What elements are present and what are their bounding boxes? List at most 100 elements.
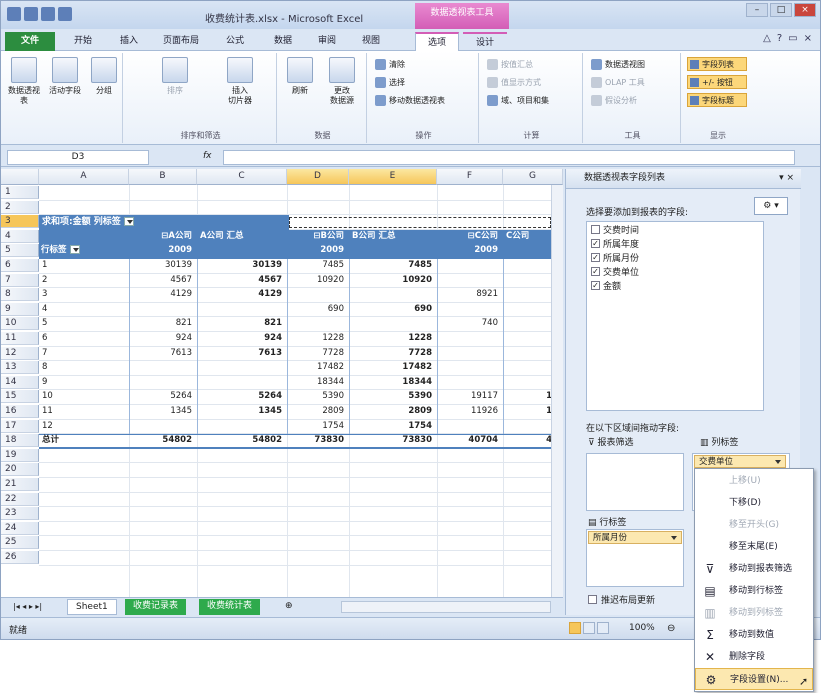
pivot-row-label[interactable]: 12 [39,420,129,433]
pivot-value-cell[interactable]: 5390 [349,390,437,403]
pivot-row-label[interactable]: 3 [39,288,129,301]
tab-options[interactable]: 选项 [415,32,459,51]
name-box[interactable]: D3 [7,150,149,165]
pivot-value-cell[interactable]: 1345 [129,405,197,418]
what-if-button[interactable]: 假设分析 [591,95,637,106]
maximize-button[interactable]: □ [770,3,792,17]
move-pivot-button[interactable]: 移动数据透视表 [375,95,445,106]
row-header[interactable]: 4 [1,229,39,243]
pivot-column-header[interactable]: ⊟B公司 [287,230,349,243]
pivot-value-cell[interactable]: 740 [437,317,503,330]
grand-total-label[interactable]: 总计 [39,434,129,447]
sheet-tab-records[interactable]: 收费记录表 [125,599,187,615]
field-item[interactable]: ✓ 所属年度 [587,236,763,250]
undo-icon[interactable] [41,7,55,21]
pivot-table-button[interactable]: 数据透视表 [7,57,41,106]
context-menu-item[interactable]: ⊽ 移动到报表筛选 [695,558,813,580]
pivot-value-cell[interactable]: 30139 [129,259,197,272]
field-item[interactable]: ✓ 交费单位 [587,264,763,278]
redo-icon[interactable] [58,7,72,21]
field-headers-toggle[interactable]: 字段标题 [687,93,747,107]
pivot-value-cell[interactable]: 1754 [349,420,437,433]
pivot-value-cell[interactable]: 5264 [129,390,197,403]
row-header[interactable]: 18 [1,434,39,448]
row-header[interactable]: 25 [1,536,39,550]
row-header[interactable]: 5 [1,244,39,258]
page-break-view-icon[interactable] [597,622,609,634]
row-header[interactable]: 9 [1,302,39,316]
save-icon[interactable] [24,7,38,21]
defer-update[interactable]: 推迟布局更新 [588,593,655,606]
pivot-row-label[interactable]: 9 [39,376,129,389]
column-header[interactable]: F [437,169,503,185]
worksheet-grid[interactable]: A B C D E F G 1 2 3 4 5 6 7 8 9 10 11 12 13 14 15 16 17 18 19 20 21… [1,169,563,597]
row-header[interactable]: 23 [1,507,39,521]
column-header[interactable]: A [39,169,129,185]
select-button[interactable]: 选择 [375,77,405,88]
pivot-value-cell[interactable]: 2809 [349,405,437,418]
row-header[interactable]: 26 [1,551,39,564]
row-header[interactable]: 11 [1,332,39,345]
minimize-button[interactable]: – [746,3,768,17]
pivot-value-cell[interactable]: 8921 [437,288,503,301]
sheet-tab-stats[interactable]: 收费统计表 [199,599,261,615]
minimize-ribbon-icon[interactable]: △ [763,33,771,44]
pane-close-icon[interactable]: ▾ × [779,173,794,183]
sheet-tab-sheet1[interactable]: Sheet1 [67,599,117,615]
context-menu-item[interactable]: 下移(D) [695,492,813,514]
fx-icon[interactable]: fx [203,151,212,161]
close-button[interactable]: × [794,3,816,17]
refresh-button[interactable]: 刷新 [283,57,317,96]
grand-total-value[interactable]: 54802 [197,434,287,447]
field-checkbox[interactable]: ✓ [591,252,600,262]
pivot-value-cell[interactable]: 924 [129,332,197,345]
row-header[interactable]: 2 [1,200,39,214]
pivot-row-label[interactable]: 6 [39,332,129,345]
close-workbook-icon[interactable]: × [804,33,812,44]
pivot-chart-button[interactable]: 数据透视图 [591,59,645,70]
field-list-toggle[interactable]: 字段列表 [687,57,747,71]
insert-sheet-icon[interactable]: ⊕ [277,599,303,615]
pivot-value-cell[interactable]: 7485 [287,259,349,272]
report-filter-area[interactable] [586,453,684,511]
field-checkbox[interactable]: ✓ [591,238,600,248]
pivot-value-cell[interactable]: 1228 [287,332,349,345]
sort-button[interactable]: 排序 [155,57,195,96]
pivot-value-cell[interactable]: 690 [287,303,349,316]
formula-input[interactable] [223,150,795,165]
row-header[interactable]: 24 [1,521,39,535]
page-layout-view-icon[interactable] [583,622,595,634]
pivot-value-cell[interactable]: 17482 [349,361,437,374]
column-header[interactable]: E [349,169,437,185]
pivot-value-cell[interactable]: 924 [197,332,287,345]
defer-checkbox[interactable] [588,595,597,604]
pivot-value-cell[interactable]: 4567 [129,274,197,287]
pivot-value-cell[interactable]: 1228 [349,332,437,345]
tab-review[interactable]: 审阅 [307,32,347,51]
field-item[interactable]: 交费时间 [587,222,763,236]
pivot-row-label[interactable]: 1 [39,259,129,272]
pivot-value-cell[interactable]: 2809 [287,405,349,418]
row-header[interactable]: 3 [1,215,39,229]
pivot-column-header[interactable]: A公司 汇总 [197,230,287,243]
pivot-value-cell[interactable]: 821 [197,317,287,330]
row-header[interactable]: 13 [1,361,39,375]
field-item[interactable]: ✓ 所属月份 [587,250,763,264]
context-menu-item[interactable]: ✕ 删除字段 [695,646,813,668]
layout-options-button[interactable]: ⚙ ▾ [754,197,788,215]
tab-design[interactable]: 设计 [463,32,507,51]
context-menu-item[interactable]: ⚙ 字段设置(N)... [695,668,813,690]
row-header[interactable]: 17 [1,419,39,433]
row-header[interactable]: 12 [1,346,39,360]
pivot-value-cell[interactable]: 7613 [197,347,287,360]
pivot-value-cell[interactable]: 17482 [287,361,349,374]
row-header[interactable]: 15 [1,390,39,404]
grand-total-value[interactable]: 73830 [287,434,349,447]
column-header[interactable]: G [503,169,563,185]
horizontal-scrollbar[interactable] [341,601,551,613]
vertical-scrollbar[interactable] [551,185,563,597]
pivot-value-cell[interactable]: 30139 [197,259,287,272]
row-header[interactable]: 19 [1,448,39,462]
tab-view[interactable]: 视图 [351,32,391,51]
row-header[interactable]: 6 [1,259,39,272]
